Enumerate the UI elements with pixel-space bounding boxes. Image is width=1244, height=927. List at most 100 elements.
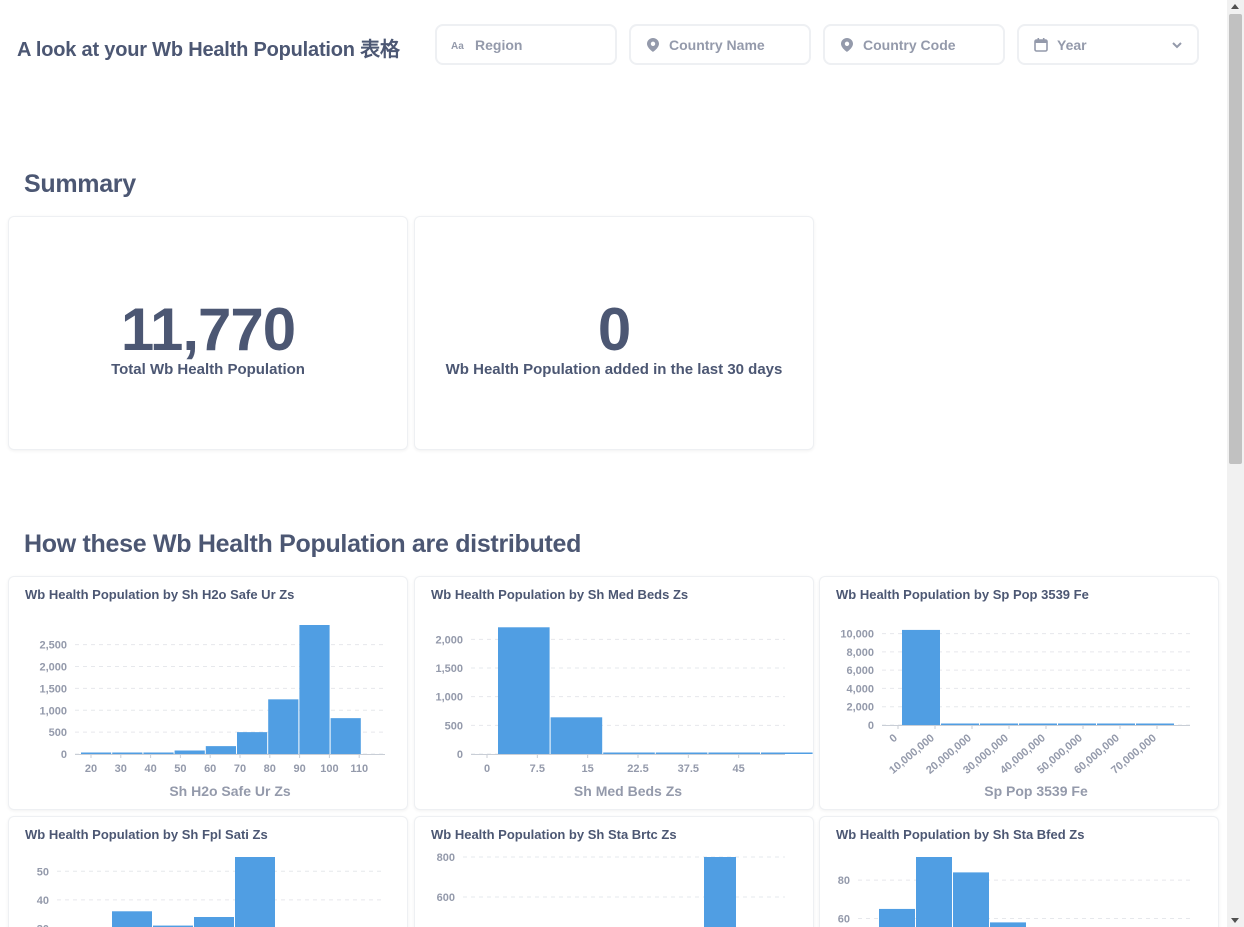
histogram-bar [143, 752, 174, 754]
histogram-bar [498, 627, 550, 754]
y-tick-label: 1,500 [435, 663, 463, 675]
histogram-bar [550, 717, 603, 754]
y-tick-label: 8,000 [846, 647, 874, 659]
histogram-chart: 02,0004,0006,0008,00010,000010,000,00020… [840, 629, 1190, 799]
histogram-bar [603, 752, 655, 754]
y-tick-label: 4,000 [846, 683, 874, 695]
x-tick-label: 30 [115, 763, 127, 775]
y-tick-label: 80 [838, 875, 850, 887]
x-axis-title: Sh Med Beds Zs [574, 783, 682, 799]
histogram-bar [761, 752, 813, 754]
histogram-bar [330, 718, 361, 754]
page-title: A look at your Wb Health Population 表格 [17, 39, 400, 61]
histogram-bar [704, 857, 736, 927]
chart-card[interactable]: Wb Health Population by Sh Med Beds Zs 0… [414, 576, 814, 810]
y-tick-label: 2,000 [846, 702, 874, 714]
histogram-bar [879, 908, 915, 927]
histogram-bar [953, 872, 989, 927]
histogram-bar [112, 752, 143, 754]
chart-card[interactable]: Wb Health Population by Sh Fpl Sati Zs 3… [8, 816, 408, 927]
scrollbar-thumb[interactable] [1229, 14, 1242, 464]
x-tick-label: 110 [350, 763, 368, 775]
x-tick-label: 50 [174, 763, 186, 775]
x-tick-label: 22.5 [627, 763, 648, 775]
y-tick-label: 40 [37, 895, 49, 907]
y-tick-label: 1,000 [435, 692, 463, 704]
x-tick-label: 7.5 [530, 763, 545, 775]
histogram-chart: 0 500 1,000 1,500 2,000 2,500 20 30 40 50 60 70 80 90… [39, 625, 385, 799]
distribution-heading: How these Wb Health Population are distr… [24, 530, 582, 558]
histogram-bar [1136, 723, 1174, 725]
histogram-bar [235, 857, 275, 927]
x-tick-label: 70 [234, 763, 246, 775]
y-tick-label: 50 [37, 866, 49, 878]
chart-card[interactable]: Wb Health Population by Sh Sta Bfed Zs 6… [819, 816, 1219, 927]
histogram-bar [1097, 723, 1135, 725]
histogram-bar [237, 732, 268, 754]
y-tick-label: 0 [868, 720, 874, 732]
histogram-bar [941, 723, 979, 725]
y-tick-label: 2,000 [39, 662, 67, 674]
svg-text:Aa: Aa [451, 41, 464, 51]
x-tick-label: 100 [320, 763, 338, 775]
total-count-label: Total Wb Health Population [111, 361, 305, 378]
y-tick-label: 0 [61, 749, 67, 761]
y-tick-label: 6,000 [846, 665, 874, 677]
y-tick-label: 800 [437, 852, 455, 864]
y-tick-label: 1,500 [39, 683, 67, 695]
calendar-icon [1033, 37, 1049, 53]
y-tick-label: 10,000 [840, 629, 874, 641]
region-filter-label: Region [475, 36, 523, 53]
y-tick-label: 2,500 [39, 640, 67, 652]
y-tick-label: 0 [457, 749, 463, 761]
country-code-filter-label: Country Code [863, 36, 956, 53]
vertical-scrollbar[interactable] [1227, 0, 1244, 927]
histogram-bar [990, 922, 1026, 927]
y-tick-label: 500 [445, 720, 463, 732]
country-name-filter[interactable]: Country Name [629, 24, 811, 65]
histogram-bar [916, 857, 952, 927]
histogram-bar [299, 625, 330, 754]
x-tick-label: 37.5 [678, 763, 699, 775]
x-tick-label: 0 [888, 732, 900, 745]
histogram-chart: 30 40 50 [37, 857, 385, 927]
total-count-card[interactable]: 11,770 Total Wb Health Population [8, 216, 408, 450]
histogram-bar [174, 750, 205, 754]
histogram-bar [268, 699, 299, 754]
chevron-down-icon [1171, 38, 1183, 56]
x-axis-title: Sh H2o Safe Ur Zs [169, 783, 291, 799]
chart-card[interactable]: Wb Health Population by Sp Pop 3539 Fe 0… [819, 576, 1219, 810]
x-tick-label: 80 [264, 763, 276, 775]
recent-count-value: 0 [597, 296, 631, 363]
x-tick-label: 45 [733, 763, 745, 775]
y-tick-label: 60 [838, 914, 850, 926]
text-icon: Aa [451, 37, 467, 53]
y-tick-label: 500 [49, 727, 67, 739]
scroll-up-arrow-icon[interactable] [1231, 4, 1239, 9]
recent-count-label: Wb Health Population added in the last 3… [445, 361, 783, 378]
y-tick-label: 1,000 [39, 705, 67, 717]
x-axis-title: Sp Pop 3539 Fe [984, 783, 1088, 799]
histogram-bar [708, 752, 760, 754]
year-filter[interactable]: Year [1017, 24, 1199, 65]
total-count-value: 11,770 [120, 296, 296, 363]
scroll-down-arrow-icon[interactable] [1231, 918, 1239, 923]
x-tick-label: 15 [582, 763, 594, 775]
region-filter[interactable]: Aa Region [435, 24, 617, 65]
year-filter-label: Year [1057, 36, 1087, 53]
country-code-filter[interactable]: Country Code [823, 24, 1005, 65]
chart-card[interactable]: Wb Health Population by Sh Sta Brtc Zs 4… [414, 816, 814, 927]
x-tick-label: 40 [144, 763, 156, 775]
country-name-filter-label: Country Name [669, 36, 765, 53]
histogram-bar [655, 752, 708, 754]
summary-heading: Summary [24, 170, 136, 198]
recent-count-card[interactable]: 0 Wb Health Population added in the last… [414, 216, 814, 450]
histogram-chart: 400600800 [437, 852, 785, 927]
histogram-bar [81, 752, 112, 754]
location-pin-icon [645, 37, 661, 53]
x-tick-label: 60 [204, 763, 216, 775]
histogram-bar [112, 911, 152, 927]
histogram-bar [194, 917, 234, 927]
chart-card[interactable]: Wb Health Population by Sh H2o Safe Ur Z… [8, 576, 408, 810]
x-tick-label: 20 [85, 763, 97, 775]
